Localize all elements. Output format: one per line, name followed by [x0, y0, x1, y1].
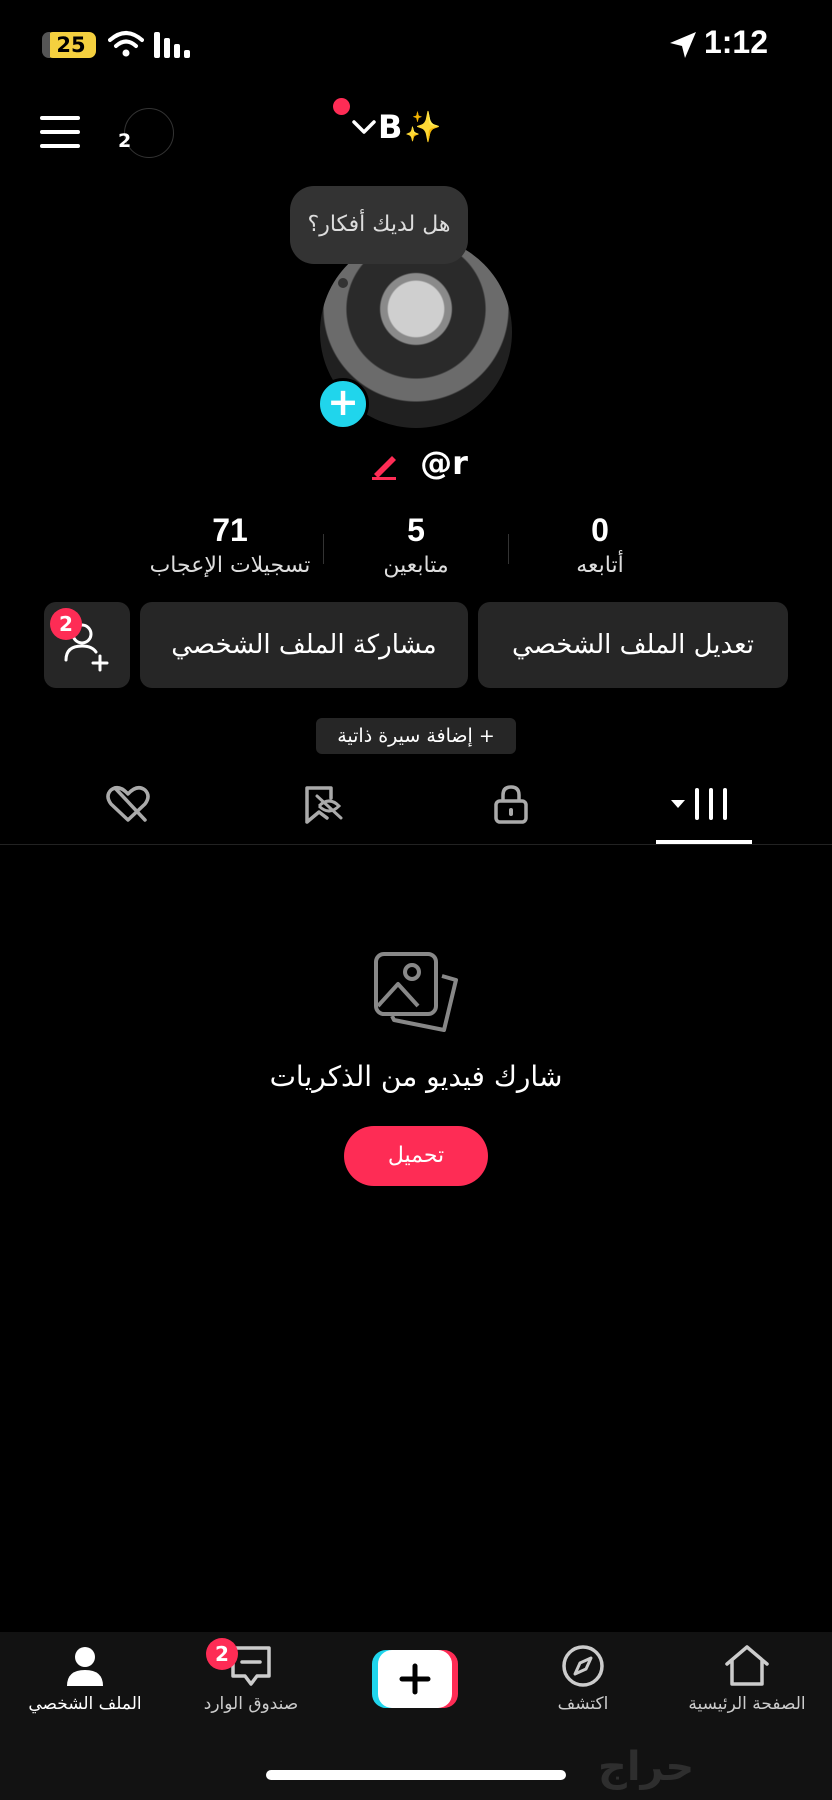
menu-icon[interactable]	[40, 116, 80, 148]
plus-icon	[372, 1650, 458, 1708]
nav-home-label: الصفحة الرئيسية	[688, 1694, 806, 1714]
nav-home[interactable]: الصفحة الرئيسية	[662, 1644, 832, 1714]
nav-inbox[interactable]: صندوق الوارد 2	[166, 1638, 336, 1714]
add-story-button[interactable]: +	[317, 378, 369, 430]
stat-followers[interactable]: 5 متابعين	[316, 512, 516, 578]
location-arrow-icon	[670, 32, 696, 58]
signal-icon	[154, 32, 190, 58]
battery-level: 25	[56, 33, 86, 57]
notification-dot	[333, 98, 350, 115]
status-time: 1:12	[703, 24, 768, 60]
edit-profile-button[interactable]: تعديل الملف الشخصي	[478, 602, 788, 688]
grid-bars-icon	[671, 788, 727, 820]
home-indicator[interactable]	[266, 1770, 566, 1780]
bookmark-hidden-icon	[305, 786, 343, 824]
add-bio-button[interactable]: + إضافة سيرة ذاتية	[316, 718, 516, 754]
following-count: 0	[591, 512, 609, 548]
add-friends-badge: 2	[50, 608, 82, 640]
inbox-badge: 2	[206, 1638, 238, 1670]
nav-discover-label: اكتشف	[557, 1694, 609, 1714]
chevron-down-icon	[352, 120, 376, 134]
account-name: B	[378, 108, 403, 146]
home-icon	[725, 1645, 769, 1686]
tab-videos[interactable]	[644, 782, 764, 826]
watermark: حراج	[598, 1744, 695, 1790]
likes-count: 71	[212, 512, 248, 548]
username: @r	[420, 444, 468, 482]
tab-liked[interactable]	[68, 782, 188, 826]
wifi-icon	[108, 31, 144, 57]
photos-icon	[374, 952, 458, 1032]
share-profile-button[interactable]: مشاركة الملف الشخصي	[140, 602, 468, 688]
battery-indicator: 25	[42, 32, 96, 58]
compass-icon	[562, 1645, 604, 1687]
person-icon	[67, 1647, 103, 1686]
following-label: أتابعه	[576, 553, 624, 578]
empty-state-title: شارك فيديو من الذكريات	[269, 1060, 563, 1093]
account-switcher-avatar[interactable]	[124, 108, 174, 158]
tab-favorites[interactable]	[262, 782, 382, 826]
nav-profile[interactable]: الملف الشخصي	[0, 1644, 170, 1714]
create-button[interactable]	[372, 1650, 458, 1708]
nav-inbox-label: صندوق الوارد	[203, 1694, 299, 1714]
account-switcher-count: 2	[118, 130, 132, 152]
stat-likes[interactable]: 71 تسجيلات الإعجاب	[130, 512, 330, 578]
sparkles-emoji: ✨	[404, 109, 442, 145]
followers-label: متابعين	[383, 553, 449, 578]
upload-button[interactable]: تحميل	[344, 1126, 488, 1186]
add-friends-button[interactable]: 2	[44, 602, 130, 688]
ideas-tooltip[interactable]: هل لديك أفكار؟	[290, 186, 468, 264]
followers-count: 5	[407, 512, 425, 548]
tab-private[interactable]	[451, 782, 571, 826]
heart-hidden-icon	[106, 786, 150, 822]
tabs-divider	[0, 844, 832, 845]
nav-discover[interactable]: اكتشف	[498, 1644, 668, 1714]
nav-profile-label: الملف الشخصي	[28, 1694, 142, 1714]
likes-label: تسجيلات الإعجاب	[149, 553, 311, 578]
tooltip-pointer	[338, 278, 348, 288]
stat-following[interactable]: 0 أتابعه	[500, 512, 700, 578]
account-switcher[interactable]: B ✨	[352, 108, 442, 146]
lock-icon	[494, 785, 528, 824]
